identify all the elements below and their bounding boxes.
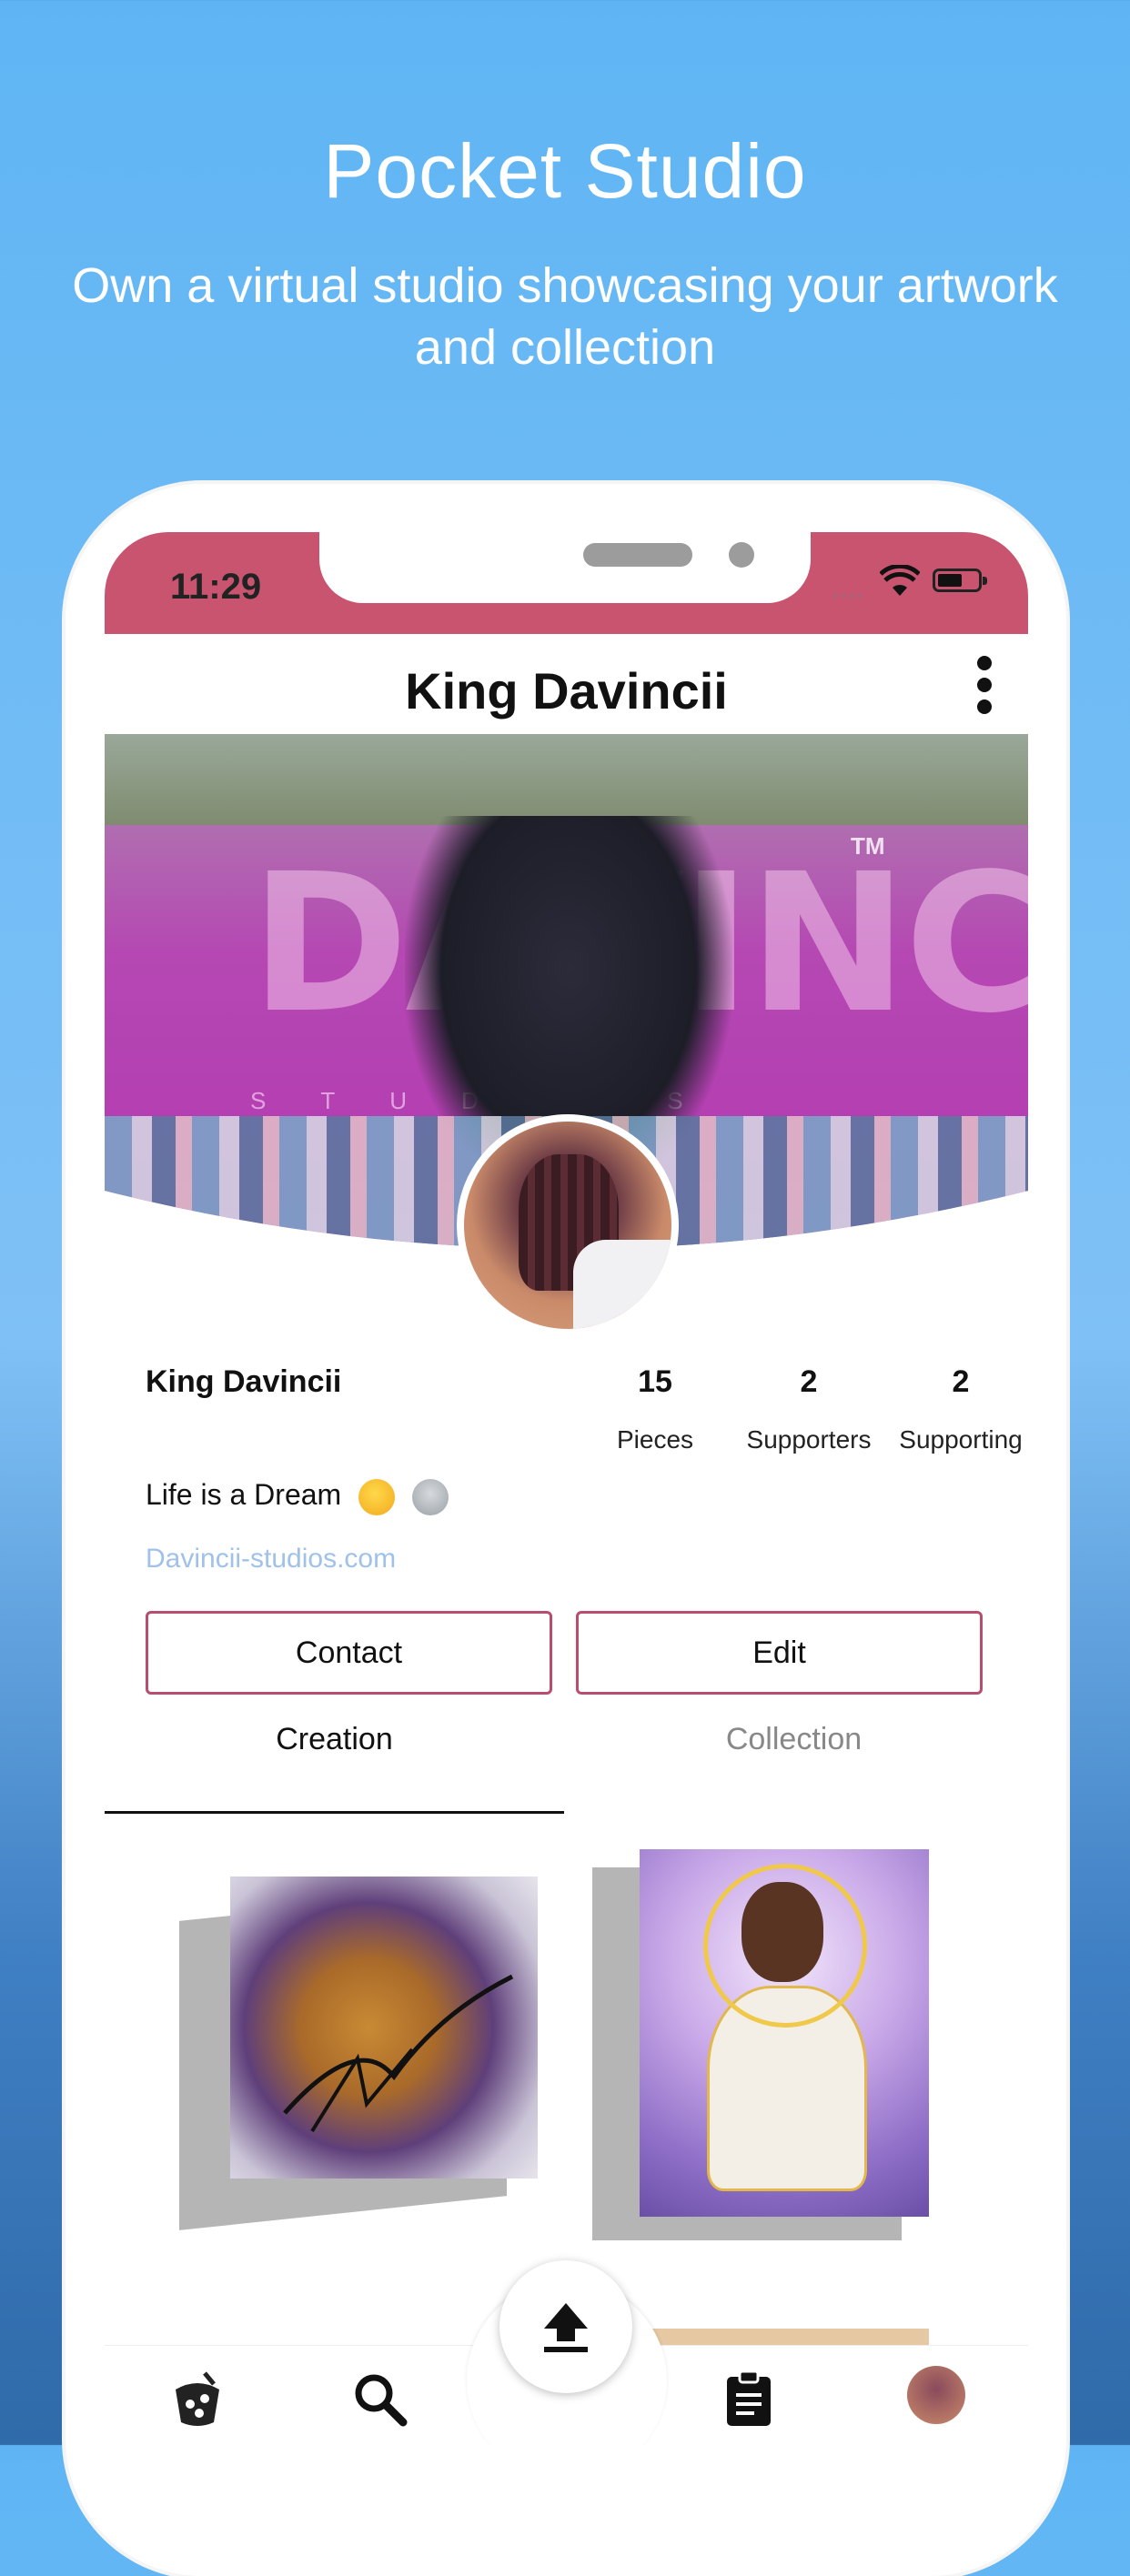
speaker (583, 543, 692, 567)
profile-avatar[interactable] (907, 2366, 965, 2424)
notch (319, 532, 811, 603)
stat-supporting[interactable]: 2 Supporting (883, 1364, 1028, 1454)
bio-text: Life is a Dream (146, 1478, 342, 1511)
tab-creation[interactable]: Creation (105, 1722, 564, 1786)
sleeping-face-icon (358, 1478, 396, 1515)
status-bar: 11:29 •••• (105, 532, 1028, 634)
stat-label: Supporting (899, 1425, 1023, 1454)
artwork-card[interactable] (592, 1849, 956, 2240)
upload-button[interactable] (499, 2260, 632, 2393)
stat-pieces[interactable]: 15 Pieces (578, 1364, 732, 1454)
upload-icon (544, 2303, 588, 2352)
clipboard-icon[interactable] (723, 2370, 774, 2428)
stat-value: 2 (952, 1364, 970, 1399)
status-time: 11:29 (170, 567, 262, 607)
basketball-abstract-painting (230, 1877, 538, 2179)
tab-collection[interactable]: Collection (564, 1722, 1024, 1786)
alien-icon (411, 1478, 449, 1515)
promo-subtitle: Own a virtual studio showcasing your art… (72, 258, 1058, 375)
wifi-icon (880, 565, 920, 596)
portrait-painting (640, 1849, 929, 2217)
artwork-card[interactable] (179, 1877, 543, 2230)
edit-button[interactable]: Edit (576, 1611, 983, 1695)
app-screen: 11:29 •••• King Davincii DAVINCII TM STU… (105, 532, 1028, 2445)
profile-bio: Life is a Dream (146, 1478, 449, 1515)
stat-value: 15 (638, 1364, 672, 1399)
profile-avatar[interactable] (457, 1114, 679, 1336)
stat-label: Pieces (616, 1425, 694, 1454)
battery-icon (933, 569, 987, 592)
profile-name: King Davincii (146, 1364, 342, 1399)
signal-icon: •••• (832, 587, 866, 607)
search-icon[interactable] (350, 2370, 409, 2428)
header-title: King Davincii (405, 662, 728, 719)
palette-icon[interactable] (168, 2370, 227, 2430)
more-vertical-icon[interactable] (971, 656, 998, 721)
front-camera (729, 542, 754, 568)
profile-website-link[interactable]: Davincii-studios.com (146, 1544, 396, 1575)
app-header: King Davincii (105, 634, 1028, 734)
stat-label: Supporters (746, 1425, 872, 1454)
active-tab-indicator (105, 1811, 564, 1814)
stat-value: 2 (800, 1364, 818, 1399)
cover-watermark-tm: TM (851, 832, 885, 860)
contact-button[interactable]: Contact (146, 1611, 552, 1695)
stat-supporters[interactable]: 2 Supporters (731, 1364, 886, 1454)
promo-title: Pocket Studio (323, 128, 807, 214)
